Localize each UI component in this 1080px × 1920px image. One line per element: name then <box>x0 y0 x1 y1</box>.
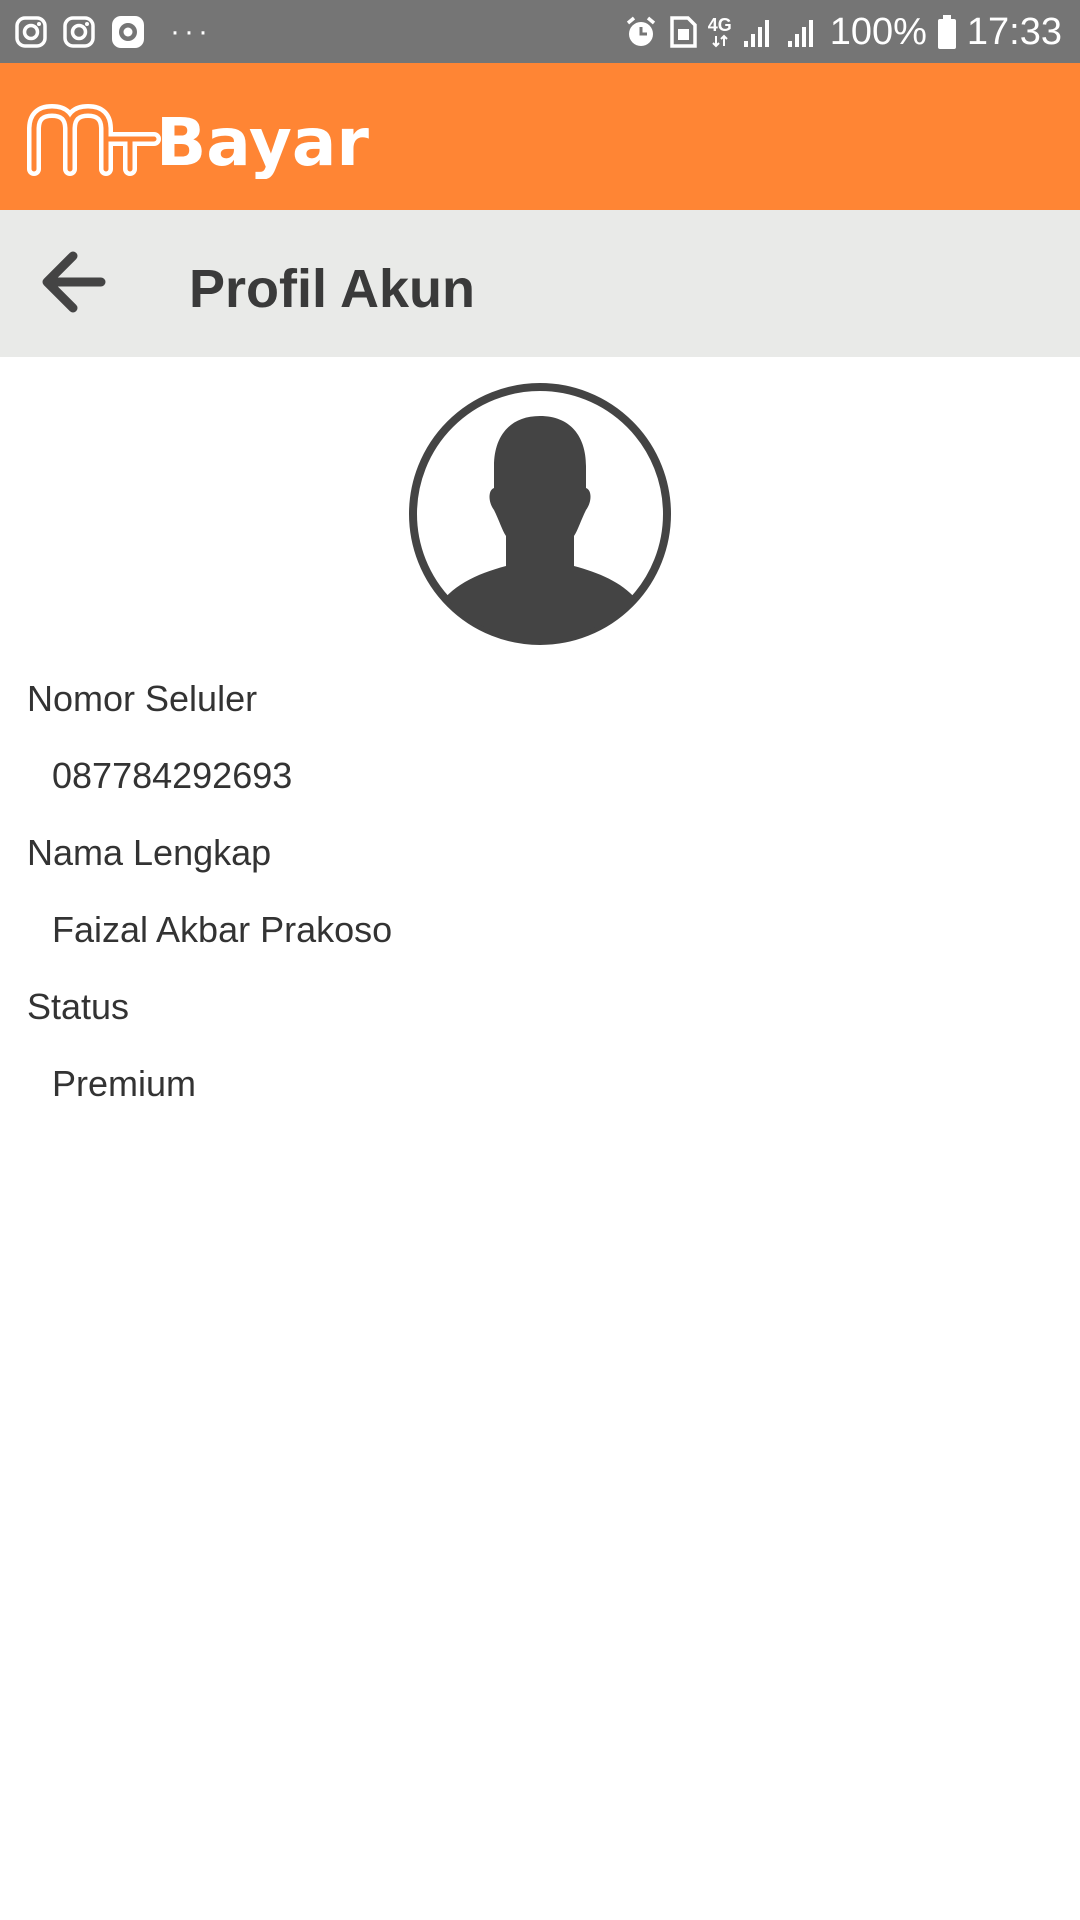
fullname-label: Nama Lengkap <box>27 832 272 873</box>
instagram-icon <box>62 15 96 49</box>
svg-text:Bayar: Bayar <box>156 104 369 179</box>
app-logo: Bayar <box>26 99 396 184</box>
user-avatar-icon <box>406 380 674 648</box>
camera-app-icon <box>110 14 146 50</box>
more-notifications-icon: ··· <box>170 15 212 48</box>
phone-label: Nomor Seluler <box>27 678 258 719</box>
arrow-left-icon <box>39 248 107 321</box>
status-value: Premium <box>52 1063 197 1104</box>
back-button[interactable] <box>30 244 116 324</box>
signal-icon <box>786 15 820 49</box>
battery-percent: 100% <box>829 10 927 53</box>
network-type-label: 4G <box>707 15 732 35</box>
brand-bar: Bayar <box>0 63 1080 210</box>
alarm-icon <box>624 15 658 49</box>
phone-value: 087784292693 <box>52 755 293 796</box>
status-bar: ··· 4G 100% 17:33 <box>0 0 1080 63</box>
battery-icon <box>937 14 957 50</box>
clock: 17:33 <box>966 10 1062 53</box>
page-title: Profil Akun <box>189 259 476 319</box>
status-label: Status <box>27 986 130 1027</box>
title-bar: Profil Akun <box>0 210 1080 357</box>
4g-icon: 4G <box>708 16 732 48</box>
status-bar-right: 4G 100% 17:33 <box>624 8 1062 56</box>
fullname-value: Faizal Akbar Prakoso <box>52 909 393 950</box>
instagram-icon <box>14 15 48 49</box>
sim-icon <box>668 15 698 49</box>
status-bar-left: ··· <box>14 12 212 52</box>
signal-icon <box>742 15 776 49</box>
